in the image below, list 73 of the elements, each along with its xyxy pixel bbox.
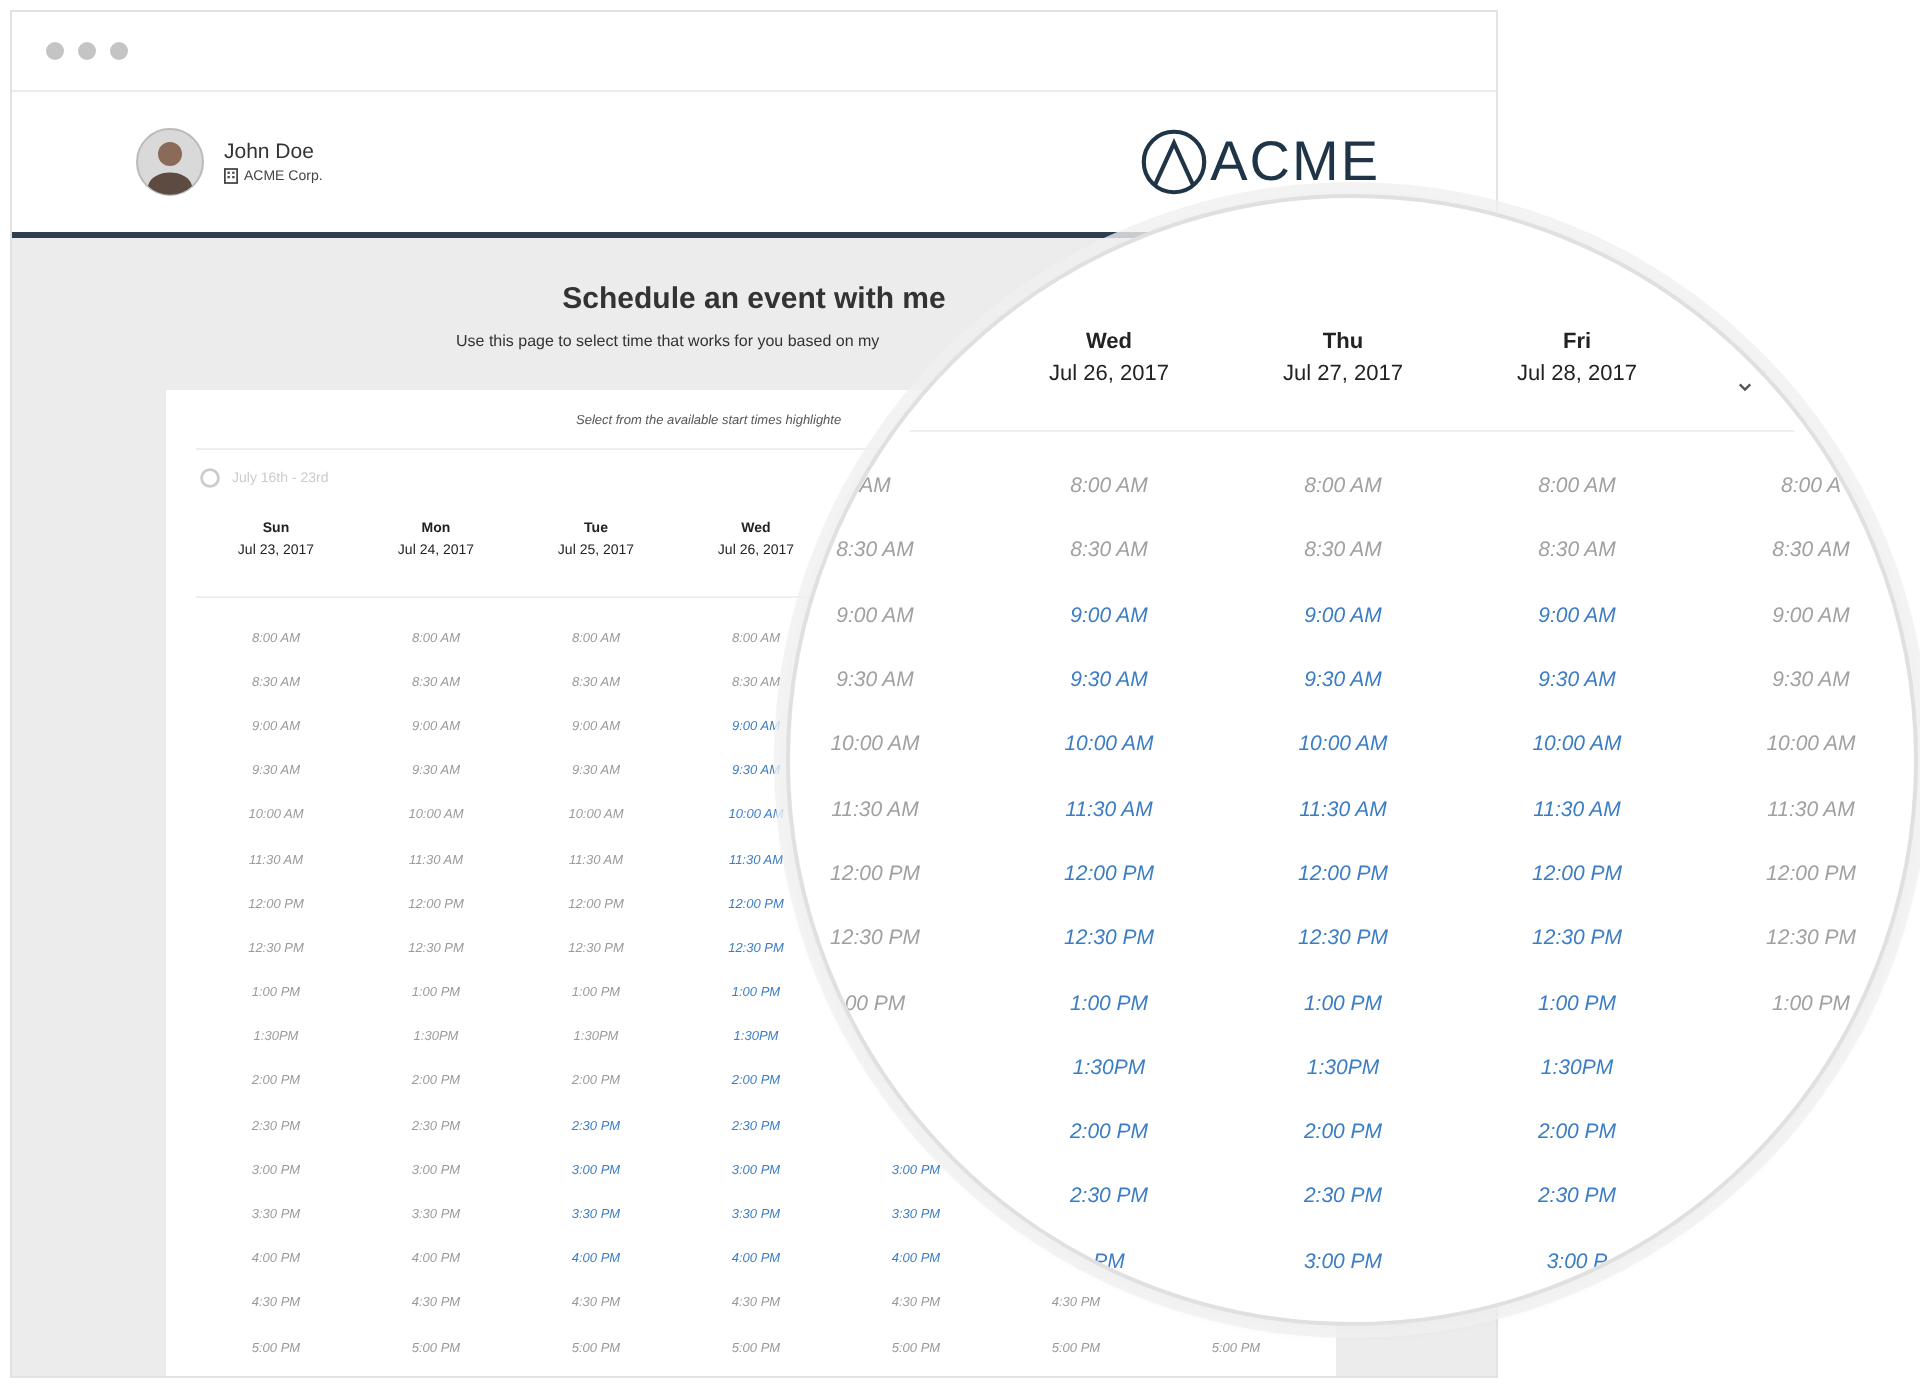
time-slot: 8:30 AM	[1772, 538, 1850, 563]
time-slot: 9:30 AM	[836, 668, 914, 693]
time-slot[interactable]: 9:00 AM	[1070, 603, 1148, 628]
time-slot: 9:00 AM	[836, 603, 914, 628]
time-slot[interactable]: 12:30 PM	[1298, 926, 1388, 951]
time-slot[interactable]: 9:00 AM	[1538, 603, 1616, 628]
day-name: Fri	[1562, 330, 1592, 354]
user-name: John Doe	[224, 140, 316, 164]
time-slot: 8:30 AM	[1304, 538, 1382, 563]
time-slot[interactable]: 12:00 PM	[1064, 861, 1154, 886]
chevron-down-icon[interactable]	[1738, 382, 1752, 392]
time-slot: 8:30 AM	[1538, 538, 1616, 563]
time-slot[interactable]: 9:30 AM	[1304, 668, 1382, 693]
window-dot-icon	[46, 42, 64, 60]
time-slot[interactable]: 11:30 AM	[1299, 797, 1387, 822]
time-slot[interactable]: 1:00 PM	[1537, 991, 1617, 1016]
time-slot: 11:30 AM	[831, 797, 919, 822]
time-slot[interactable]: 1:00 PM	[1303, 991, 1383, 1016]
time-slot[interactable]: 10:00 AM	[1532, 732, 1622, 757]
time-slot[interactable]: 1:30PM	[1540, 1055, 1614, 1080]
time-slot: 8:30 AM	[1070, 538, 1148, 563]
time-slot: AM	[859, 474, 891, 499]
time-slot: 8:00 A	[1781, 474, 1841, 499]
time-slot[interactable]: 2:00 PM	[1537, 1120, 1617, 1145]
time-slot: 1:00 PM	[1771, 991, 1851, 1016]
time-slot[interactable]: 2:30 PM	[1069, 1184, 1149, 1209]
time-slot[interactable]: 9:30 AM	[1070, 668, 1148, 693]
day-name: Wed	[1085, 330, 1133, 354]
day-date: Jul 28, 2017	[1517, 362, 1637, 386]
day-date: Jul 27, 2017	[1283, 362, 1403, 386]
time-slot[interactable]: 2:00 PM	[1303, 1120, 1383, 1145]
day-date: Jul 26, 2017	[1049, 362, 1169, 386]
time-slot[interactable]: 11:30 AM	[1533, 797, 1621, 822]
logo-text: ACME	[1210, 130, 1380, 194]
avatar-icon	[136, 128, 204, 196]
time-slot: 00 PM	[844, 991, 906, 1016]
time-slot: 8:00 AM	[1070, 474, 1148, 499]
time-slot[interactable]: 2:00 PM	[1069, 1120, 1149, 1145]
time-slot[interactable]: 2:30 PM	[1303, 1184, 1383, 1209]
time-slot[interactable]: 12:00 PM	[1532, 861, 1622, 886]
time-slot[interactable]: 1:00 PM	[1069, 991, 1149, 1016]
window-dot-icon	[78, 42, 96, 60]
time-slot: 12:00 PM	[830, 861, 920, 886]
time-slot[interactable]: 9:00 AM	[1304, 603, 1382, 628]
logo-mark-icon	[1140, 128, 1209, 196]
time-slot: 9:00 AM	[1772, 603, 1850, 628]
time-slot[interactable]: 11:30 AM	[1065, 797, 1153, 822]
time-slot: 8:00 AM	[1304, 474, 1382, 499]
time-slot[interactable]: 10:00 AM	[1064, 732, 1154, 757]
time-slot: 11:30 AM	[1767, 797, 1855, 822]
time-slot[interactable]: 2:30 PM	[1537, 1184, 1617, 1209]
time-slot[interactable]: 12:30 PM	[1064, 926, 1154, 951]
time-slot: 12:00 PM	[1766, 861, 1856, 886]
day-name: Thu	[1322, 330, 1364, 354]
time-slot[interactable]: 1:30PM	[1306, 1055, 1380, 1080]
time-slot[interactable]: 12:30 PM	[1532, 926, 1622, 951]
time-slot[interactable]: 10:00 AM	[1298, 732, 1388, 757]
time-slot: 8:30 AM	[836, 538, 914, 563]
window-dot-icon	[110, 42, 128, 60]
time-slot[interactable]: 9:30 AM	[1538, 668, 1616, 693]
time-slot[interactable]: 1:30PM	[1072, 1055, 1146, 1080]
time-slot: 12:30 PM	[830, 926, 920, 951]
time-slot[interactable]: 3:00 P	[1546, 1249, 1608, 1274]
time-slot[interactable]: 3:00 PM	[1303, 1249, 1383, 1274]
page-title: Schedule an event with me	[560, 282, 948, 316]
time-slot: 9:30 AM	[1772, 668, 1850, 693]
time-slot[interactable]: 12:00 PM	[1298, 861, 1388, 886]
time-slot: 8:00 AM	[1538, 474, 1616, 499]
building-icon	[224, 168, 238, 184]
time-slot: 12:30 PM	[1766, 926, 1856, 951]
time-slot: 10:00 AM	[830, 732, 920, 757]
time-slot: 10:00 AM	[1766, 732, 1856, 757]
page-subtitle: Use this page to select time that works for you based on my	[456, 332, 880, 350]
